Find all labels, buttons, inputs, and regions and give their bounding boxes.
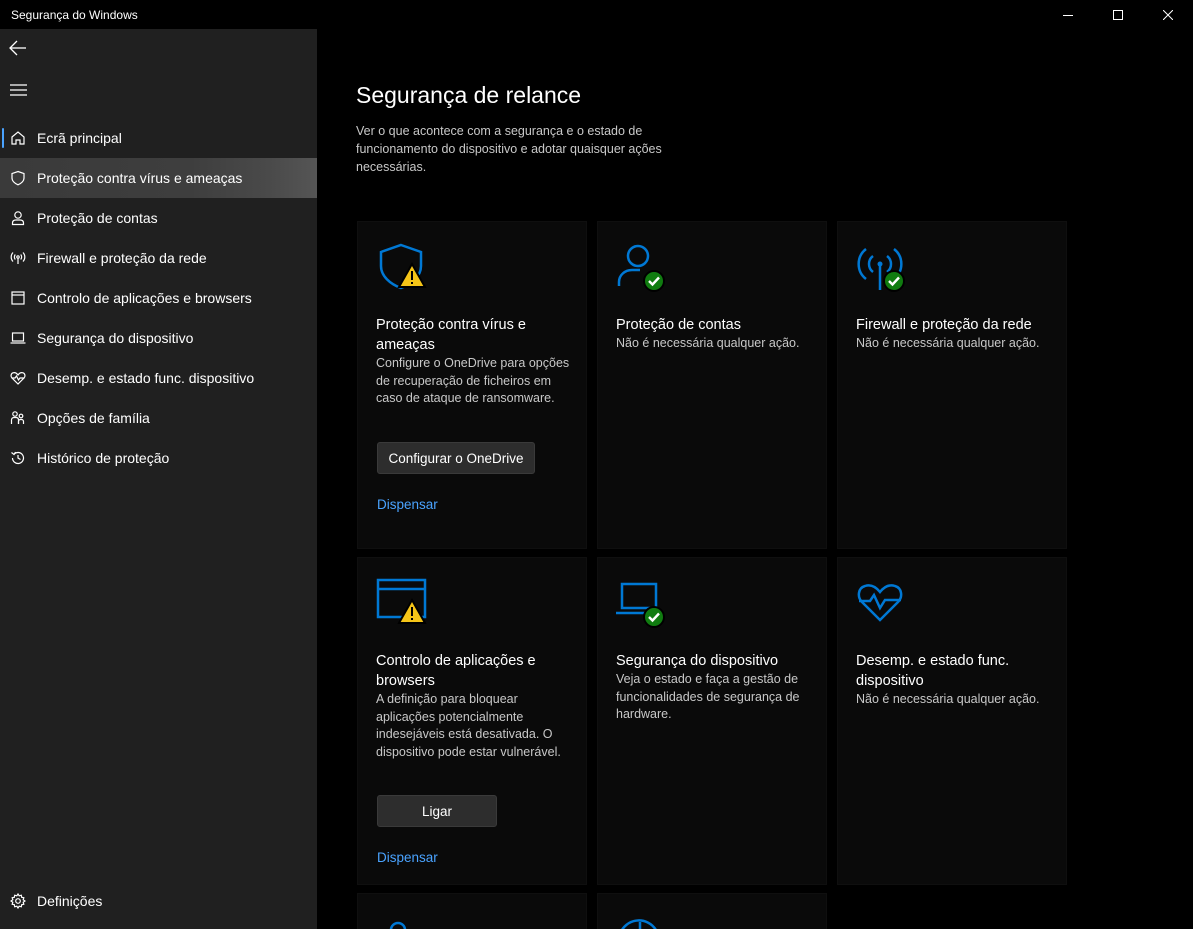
- close-icon: [1163, 9, 1173, 20]
- back-button[interactable]: [6, 35, 30, 61]
- back-arrow-icon: [9, 40, 26, 56]
- menu-button[interactable]: [6, 78, 30, 102]
- card-description: A definição para bloquear aplicações pot…: [376, 692, 561, 759]
- shield-icon: [0, 158, 34, 198]
- minimize-button[interactable]: [1043, 0, 1093, 29]
- sidebar-item-label: Ecrã principal: [37, 130, 122, 146]
- heart-pulse-icon: [856, 578, 912, 630]
- card-device-security[interactable]: Segurança do dispositivo Veja o estado e…: [597, 557, 827, 885]
- settings-label: Definições: [37, 893, 103, 909]
- dismiss-link[interactable]: Dispensar: [377, 850, 438, 865]
- card-title: Segurança do dispositivo: [616, 653, 779, 669]
- sidebar-item-virus-protection[interactable]: Proteção contra vírus e ameaças: [0, 158, 317, 198]
- sidebar-item-account-protection[interactable]: Proteção de contas: [0, 198, 317, 238]
- gear-icon: [0, 881, 34, 921]
- sidebar-item-home[interactable]: Ecrã principal: [0, 118, 317, 158]
- sidebar-item-label: Firewall e proteção da rede: [37, 250, 207, 266]
- sidebar-item-label: Segurança do dispositivo: [37, 330, 194, 346]
- sidebar-item-protection-history[interactable]: Histórico de proteção: [0, 438, 317, 478]
- wifi-antenna-icon: [0, 238, 34, 278]
- card-description: Não é necessária qualquer ação.: [856, 692, 1040, 706]
- sidebar-item-family-options[interactable]: Opções de família: [0, 398, 317, 438]
- card-virus-protection[interactable]: Proteção contra vírus e ameaças Configur…: [357, 221, 587, 549]
- person-icon: [0, 198, 34, 238]
- sidebar-item-settings[interactable]: Definições: [0, 881, 317, 921]
- family-icon: [0, 398, 34, 438]
- card-device-performance[interactable]: Desemp. e estado func. dispositivo Não é…: [837, 557, 1067, 885]
- sidebar-item-label: Histórico de proteção: [37, 450, 170, 466]
- history-icon: [0, 438, 34, 478]
- shield-warning-icon: [376, 242, 432, 294]
- close-button[interactable]: [1143, 0, 1193, 29]
- sidebar-nav: Ecrã principal Proteção contra vírus e a…: [0, 118, 317, 478]
- sidebar-item-app-browser-control[interactable]: Controlo de aplicações e browsers: [0, 278, 317, 318]
- page-description: Ver o que acontece com a segurança e o e…: [356, 124, 662, 174]
- card-description: Veja o estado e faça a gestão de funcion…: [616, 672, 800, 721]
- window-title: Segurança do Windows: [11, 7, 138, 22]
- laptop-icon: [0, 318, 34, 358]
- page-title: Segurança de relance: [356, 82, 582, 108]
- sidebar-item-label: Proteção contra vírus e ameaças: [37, 170, 243, 186]
- sidebar-item-label: Desemp. e estado func. dispositivo: [37, 370, 255, 386]
- card-account-protection[interactable]: Proteção de contas Não é necessária qual…: [597, 221, 827, 549]
- sidebar-item-device-performance[interactable]: Desemp. e estado func. dispositivo: [0, 358, 317, 398]
- sidebar-item-label: Controlo de aplicações e browsers: [37, 290, 252, 306]
- sidebar-item-device-security[interactable]: Segurança do dispositivo: [0, 318, 317, 358]
- heart-pulse-icon: [0, 358, 34, 398]
- card-description: Não é necessária qualquer ação.: [616, 336, 800, 350]
- app-window-icon: [0, 278, 34, 318]
- main-content: Segurança de relance Ver o que acontece …: [317, 29, 1193, 929]
- minimize-icon: [1063, 14, 1073, 16]
- app-window-warning-icon: [376, 578, 432, 630]
- home-icon: [0, 118, 34, 158]
- card-description: Não é necessária qualquer ação.: [856, 336, 1040, 350]
- card-title: Proteção contra vírus e ameaças: [376, 317, 526, 353]
- antenna-check-icon: [856, 242, 912, 294]
- sidebar-item-firewall[interactable]: Firewall e proteção da rede: [0, 238, 317, 278]
- card-title: Proteção de contas: [616, 317, 741, 333]
- sidebar-item-label: Opções de família: [37, 410, 150, 426]
- maximize-icon: [1113, 9, 1123, 20]
- turn-on-button[interactable]: Ligar: [377, 795, 497, 827]
- configure-onedrive-button[interactable]: Configurar o OneDrive: [377, 442, 535, 474]
- card-app-browser-control[interactable]: Controlo de aplicações e browsers A defi…: [357, 557, 587, 885]
- card-firewall[interactable]: Firewall e proteção da rede Não é necess…: [837, 221, 1067, 549]
- person-check-icon: [616, 242, 672, 294]
- laptop-check-icon: [616, 578, 672, 630]
- card-description: Configure o OneDrive para opções de recu…: [376, 356, 570, 405]
- sidebar: Ecrã principal Proteção contra vírus e a…: [0, 29, 317, 929]
- maximize-button[interactable]: [1093, 0, 1143, 29]
- card-family-options[interactable]: [357, 893, 587, 929]
- sidebar-item-label: Proteção de contas: [37, 210, 158, 226]
- hamburger-icon: [9, 84, 27, 96]
- history-icon: [616, 912, 666, 929]
- card-protection-history[interactable]: [597, 893, 827, 929]
- dismiss-link[interactable]: Dispensar: [377, 497, 438, 512]
- card-title: Desemp. e estado func. dispositivo: [856, 653, 1010, 689]
- family-icon: [376, 916, 426, 929]
- card-title: Controlo de aplicações e browsers: [376, 653, 536, 689]
- card-title: Firewall e proteção da rede: [856, 317, 1032, 333]
- title-bar: Segurança do Windows: [0, 0, 1193, 29]
